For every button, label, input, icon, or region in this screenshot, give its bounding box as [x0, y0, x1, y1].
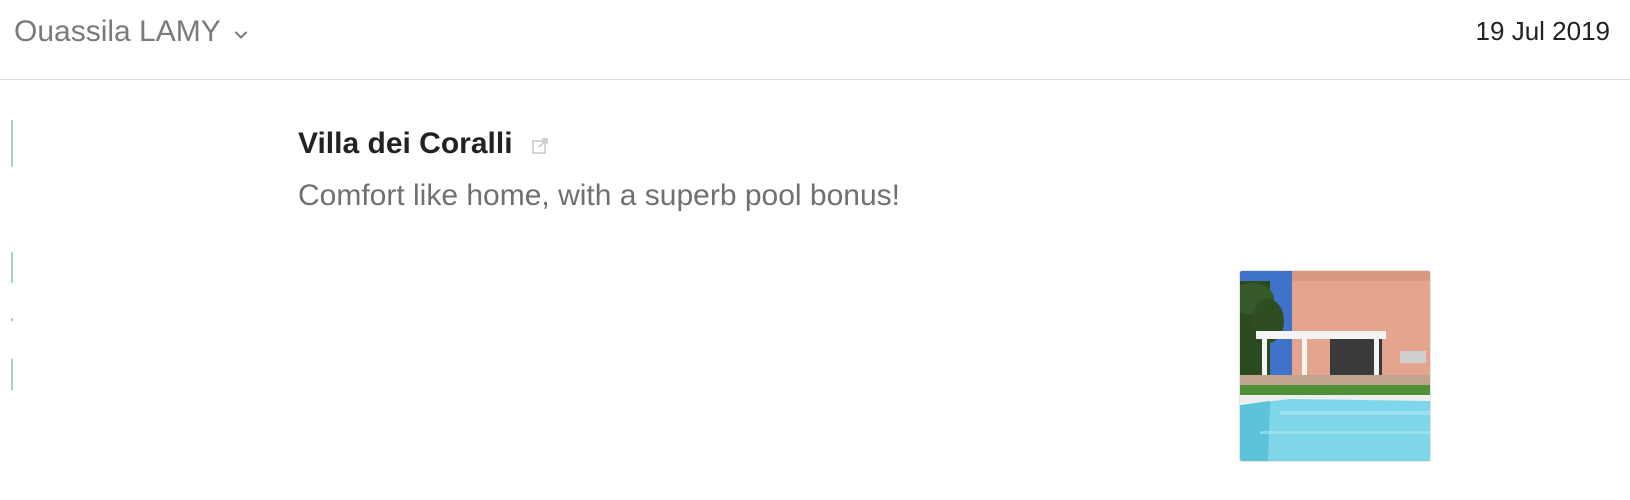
quote-bar — [11, 359, 13, 390]
villa-pool-image — [1240, 271, 1430, 461]
link-preview-title[interactable]: Villa dei Coralli — [298, 124, 513, 164]
sender-name: Ouassila LAMY — [14, 15, 221, 48]
chevron-down-icon — [234, 31, 247, 39]
quote-bar — [11, 318, 13, 321]
external-link-icon[interactable] — [531, 137, 549, 155]
quote-bar — [11, 252, 13, 283]
message-header: Ouassila LAMY 19 Jul 2019 — [0, 0, 1630, 80]
link-preview-title-row: Villa dei Coralli — [298, 124, 549, 164]
quote-bar — [11, 120, 13, 167]
email-message-view: Ouassila LAMY 19 Jul 2019 Villa dei Cora… — [0, 0, 1630, 500]
sender-selector[interactable]: Ouassila LAMY — [14, 14, 249, 50]
message-date: 19 Jul 2019 — [1475, 16, 1610, 46]
link-preview-description: Comfort like home, with a superb pool bo… — [298, 179, 900, 212]
link-preview-thumbnail[interactable] — [1239, 270, 1431, 462]
